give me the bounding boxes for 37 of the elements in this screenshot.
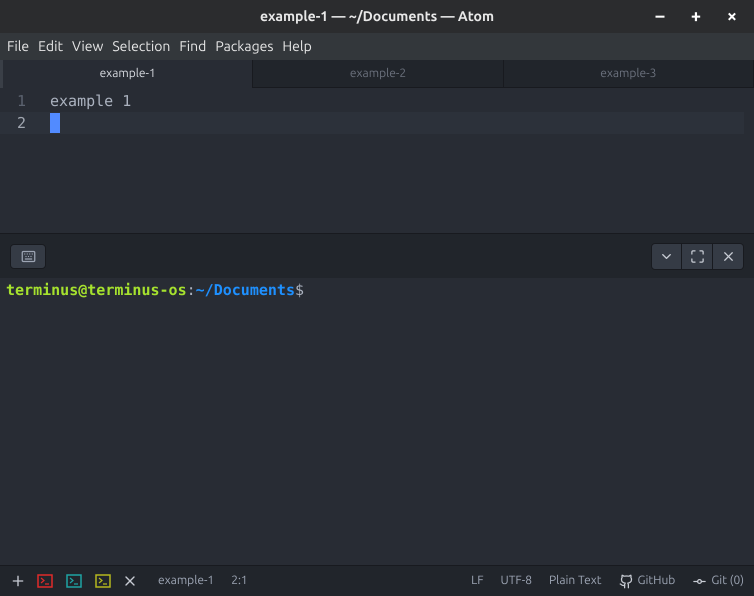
prompt-path: ~/Documents	[196, 280, 295, 301]
menu-item[interactable]: Find	[176, 36, 210, 57]
code-text: example 1	[50, 90, 132, 112]
close-button[interactable]	[713, 242, 744, 270]
prompt-symbol: $	[295, 280, 304, 301]
prompt-separator: :	[186, 280, 196, 301]
maximize-button[interactable]	[682, 242, 713, 270]
keyboard-icon	[20, 248, 36, 264]
menu-item[interactable]: Selection	[109, 36, 174, 57]
line-number: 1	[16, 90, 28, 112]
menu-item[interactable]: Edit	[35, 36, 66, 57]
window-control-button[interactable]: +	[678, 0, 714, 32]
cursor-position[interactable]: 2:1	[231, 572, 248, 590]
encoding[interactable]: UTF-8	[500, 572, 532, 590]
menu-item[interactable]: File	[4, 36, 32, 57]
line-number: 2	[16, 112, 28, 134]
git-button[interactable]: Git (0)	[692, 572, 744, 590]
window-title: example-1 — ~/Documents — Atom	[260, 7, 494, 26]
menu-item[interactable]: Packages	[212, 36, 276, 57]
terminal-icon[interactable]	[95, 574, 111, 588]
github-button[interactable]: GitHub	[618, 572, 676, 590]
keyboard-button[interactable]	[10, 244, 46, 268]
terminal-icon[interactable]	[66, 574, 82, 588]
cursor	[50, 113, 60, 133]
window-control-button[interactable]: ×	[714, 0, 750, 32]
file-name[interactable]: example-1	[158, 572, 214, 590]
maximize-icon	[690, 248, 704, 264]
prompt-user-host: terminus@terminus-os	[6, 280, 187, 301]
window-control-button[interactable]: –	[642, 0, 678, 32]
terminal-icon[interactable]	[37, 574, 53, 588]
line-ending[interactable]: LF	[471, 572, 484, 590]
tab[interactable]: example-1	[3, 60, 254, 88]
add-icon[interactable]	[10, 573, 26, 589]
grammar[interactable]: Plain Text	[548, 572, 602, 590]
menu-item[interactable]: Help	[279, 36, 315, 57]
menu-item[interactable]: View	[69, 36, 106, 57]
github-icon	[618, 574, 634, 588]
